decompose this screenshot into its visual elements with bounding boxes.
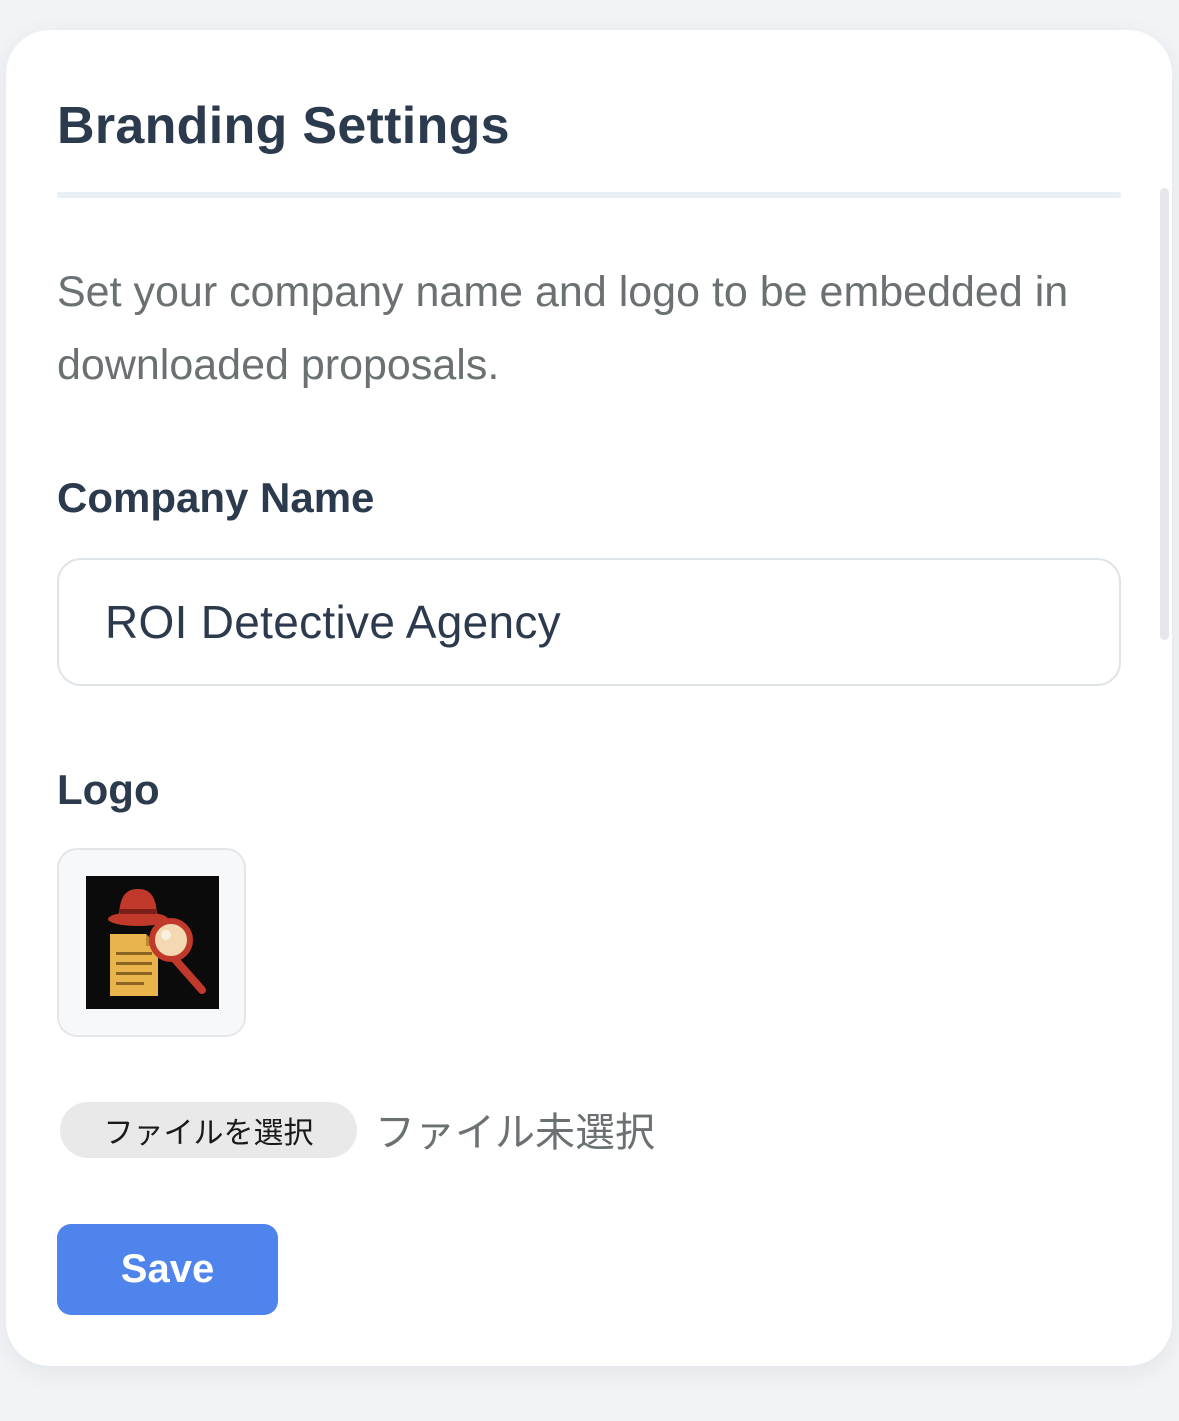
branding-settings-card: Branding Settings Set your company name … — [6, 30, 1172, 1366]
detective-logo-icon — [86, 876, 219, 1009]
company-name-label: Company Name — [57, 474, 375, 521]
settings-description: Set your company name and logo to be emb… — [57, 268, 1069, 389]
file-status-text: ファイル未選択 — [375, 1110, 655, 1156]
company-name-input[interactable] — [57, 558, 1121, 686]
scrollbar[interactable] — [1160, 188, 1169, 640]
choose-file-button[interactable]: ファイルを選択 — [60, 1102, 357, 1158]
logo-preview — [57, 848, 246, 1037]
title-divider — [57, 192, 1121, 198]
logo-label: Logo — [57, 766, 160, 813]
save-button[interactable]: Save — [57, 1224, 278, 1315]
page-title: Branding Settings — [57, 97, 510, 155]
